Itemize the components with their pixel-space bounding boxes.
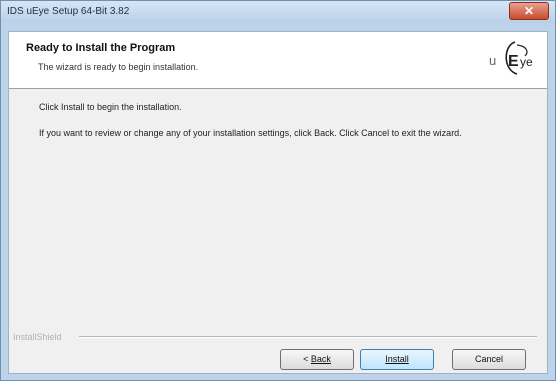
close-icon: ✕ — [523, 4, 535, 18]
back-label: Back — [310, 354, 331, 364]
installer-window: IDS uEye Setup 64-Bit 3.82 ✕ Ready to In… — [0, 0, 556, 381]
wizard-header: Ready to Install the Program The wizard … — [9, 32, 547, 89]
back-button[interactable]: < Back — [280, 349, 354, 370]
svg-text:ye: ye — [520, 55, 533, 69]
ueye-logo: u E ye — [489, 41, 533, 75]
install-button[interactable]: Install — [360, 349, 434, 370]
wizard-panel: Ready to Install the Program The wizard … — [8, 31, 548, 374]
instruction-text: Click Install to begin the installation. — [39, 102, 182, 112]
close-button[interactable]: ✕ — [509, 2, 549, 20]
cancel-button[interactable]: Cancel — [452, 349, 526, 370]
installshield-label: InstallShield — [13, 332, 62, 342]
install-label: Install — [385, 354, 409, 364]
page-title: Ready to Install the Program — [26, 42, 176, 54]
footer-separator — [79, 336, 537, 338]
page-subtitle: The wizard is ready to begin installatio… — [38, 62, 199, 72]
cancel-label: Cancel — [474, 354, 503, 364]
svg-text:E: E — [508, 53, 519, 70]
window-title: IDS uEye Setup 64-Bit 3.82 — [7, 6, 130, 17]
review-instructions: If you want to review or change any of y… — [39, 128, 462, 138]
title-bar[interactable]: IDS uEye Setup 64-Bit 3.82 ✕ — [1, 1, 555, 23]
svg-text:u: u — [489, 53, 496, 68]
back-prefix: < — [303, 354, 311, 364]
